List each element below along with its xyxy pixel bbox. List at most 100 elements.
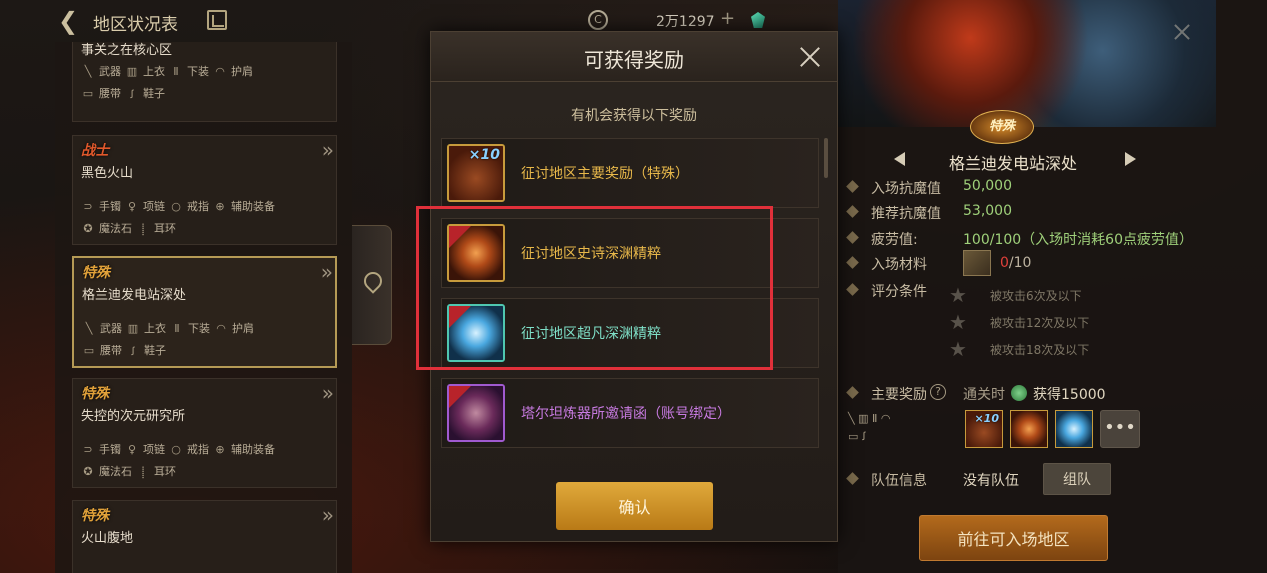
- chevron-right-icon: »: [321, 381, 335, 405]
- info-label: 入场材料: [871, 257, 927, 273]
- weapon-icon: ╲: [85, 322, 93, 335]
- reward-currency-icon: [1011, 385, 1027, 401]
- shoulder-icon: ◠: [216, 322, 226, 335]
- equip-tag: 辅助装备: [231, 443, 275, 456]
- belt-icon: ▭: [83, 344, 95, 357]
- equip-tag: 魔法石: [99, 222, 132, 235]
- info-label: 疲劳值:: [871, 232, 918, 248]
- reward-item[interactable]: ×10 征讨地区主要奖励（特殊）: [441, 138, 819, 208]
- region-tag: 战士: [81, 143, 109, 159]
- earring-icon: ⸽: [141, 466, 145, 479]
- chevron-right-icon: »: [321, 503, 335, 527]
- reward-icon: [447, 384, 505, 442]
- bullet-icon: [846, 205, 859, 218]
- reward-thumb[interactable]: [1055, 410, 1093, 448]
- equip-tag: 腰带: [99, 87, 121, 100]
- back-arrow-icon[interactable]: ❮: [58, 8, 84, 34]
- equip-tag: 辅助装备: [231, 200, 275, 213]
- score-condition: 被攻击18次及以下: [990, 343, 1090, 357]
- region-name: 事关之在核心区: [81, 43, 173, 58]
- material-count-current: 0: [1000, 255, 1009, 271]
- chevron-right-icon: »: [321, 138, 335, 162]
- clear-reward-value: 获得15000: [1033, 387, 1106, 403]
- equip-tags: ▭ 腰带 ꭍ 鞋子: [82, 342, 166, 358]
- equip-tag: 护肩: [232, 322, 254, 335]
- region-tag: 特殊: [82, 265, 110, 281]
- info-label: 队伍信息: [871, 473, 927, 489]
- region-name: 火山腹地: [81, 531, 134, 546]
- info-label: 评分条件: [871, 284, 927, 300]
- necklace-icon: ♀: [127, 200, 137, 213]
- equip-tag: 手镯: [99, 200, 121, 213]
- equip-tag: 手镯: [99, 443, 121, 456]
- equip-tags: ✪ 魔法石 ⸽ 耳环: [81, 463, 176, 479]
- equip-tag: 下装: [188, 322, 210, 335]
- region-card[interactable]: 事关之在核心区 ╲ 武器 ▥ 上衣 Ⅱ 下装 ◠ 护肩 ▭ 腰带 ꭍ 鞋子: [72, 42, 337, 122]
- dialog-title: 可获得奖励: [584, 48, 684, 72]
- scrollbar[interactable]: [824, 138, 828, 178]
- reward-thumb[interactable]: [1010, 410, 1048, 448]
- region-name: 格兰迪发电站深处: [82, 288, 187, 303]
- equip-tags: ⊃ 手镯 ♀ 项链 ○ 戒指 ⊕ 辅助装备: [81, 198, 275, 214]
- region-list[interactable]: 事关之在核心区 ╲ 武器 ▥ 上衣 Ⅱ 下装 ◠ 护肩 ▭ 腰带 ꭍ 鞋子 战士 » 黑色火…: [55, 42, 352, 573]
- necklace-icon: ♀: [127, 443, 137, 456]
- material-item-icon[interactable]: [963, 250, 991, 276]
- equip-tag: 耳环: [154, 465, 176, 478]
- equip-tag: 护肩: [231, 65, 253, 78]
- equip-tags: ╲ 武器 ▥ 上衣 Ⅱ 下装 ◠ 护肩: [82, 320, 254, 336]
- currency-amount: 2万1297: [656, 14, 715, 30]
- map-icon[interactable]: [207, 10, 227, 30]
- equip-tag: 武器: [99, 65, 121, 78]
- belt-icon: ▭: [82, 87, 94, 100]
- reward-item[interactable]: 塔尔坦炼器所邀请函（账号绑定）: [441, 378, 819, 448]
- reward-thumb[interactable]: ×10: [965, 410, 1003, 448]
- clear-reward-label: 通关时: [963, 387, 1005, 403]
- bullet-icon: [846, 231, 859, 244]
- help-icon[interactable]: ?: [930, 384, 946, 400]
- ring-icon: ○: [171, 200, 181, 213]
- close-icon[interactable]: [797, 44, 823, 70]
- top-icon: ▥: [126, 65, 138, 78]
- dialog-subtitle: 有机会获得以下奖励: [571, 108, 697, 124]
- bullet-icon: [846, 256, 859, 269]
- info-value: 100/100（入场时消耗60点疲劳值）: [963, 232, 1193, 248]
- earring-icon: ⸽: [141, 223, 145, 236]
- pants-icon: Ⅱ: [173, 65, 179, 78]
- equip-tag: 鞋子: [143, 87, 165, 100]
- close-icon[interactable]: [1172, 22, 1192, 42]
- go-to-region-button[interactable]: 前往可入场地区: [919, 515, 1108, 561]
- next-stage-icon[interactable]: [1125, 152, 1136, 166]
- map-side-tab[interactable]: [352, 225, 392, 345]
- special-emblem: 特殊: [970, 110, 1034, 144]
- shoes-icon: ꭍ: [130, 88, 134, 101]
- dialog-header: 可获得奖励: [431, 32, 837, 82]
- add-currency-icon[interactable]: +: [720, 8, 735, 29]
- bullet-icon: [846, 472, 859, 485]
- ring-icon: ○: [171, 443, 181, 456]
- region-name: 黑色火山: [81, 166, 134, 181]
- equip-tag: 戒指: [187, 200, 209, 213]
- stage-detail-panel: 特殊 格兰迪发电站深处 入场抗魔值 50,000 推荐抗魔值 53,000 疲劳…: [838, 0, 1267, 573]
- equip-tag: 上衣: [143, 65, 165, 78]
- more-rewards-button[interactable]: •••: [1100, 410, 1140, 448]
- region-card[interactable]: 战士 » 黑色火山 ⊃ 手镯 ♀ 项链 ○ 戒指 ⊕ 辅助装备 ✪ 魔法石 ⸽ 耳环: [72, 135, 337, 245]
- bullet-icon: [846, 386, 859, 399]
- region-card[interactable]: 特殊 » 火山腹地: [72, 500, 337, 573]
- confirm-button[interactable]: 确认: [556, 482, 713, 530]
- bullet-icon: [846, 283, 859, 296]
- boss-banner-image: [838, 0, 1216, 127]
- equip-tag: 项链: [143, 443, 165, 456]
- region-card[interactable]: 特殊 » 失控的次元研究所 ⊃ 手镯 ♀ 项链 ○ 戒指 ⊕ 辅助装备 ✪ 魔法石 ⸽ 耳环: [72, 378, 337, 488]
- form-team-button[interactable]: 组队: [1043, 463, 1111, 495]
- equip-tags: ⊃ 手镯 ♀ 项链 ○ 戒指 ⊕ 辅助装备: [81, 441, 275, 457]
- equip-tags: ✪ 魔法石 ⸽ 耳环: [81, 220, 176, 236]
- reward-icon: ×10: [447, 144, 505, 202]
- highlight-box: [416, 206, 773, 370]
- equip-tag: 鞋子: [144, 344, 166, 357]
- region-card-selected[interactable]: 特殊 » 格兰迪发电站深处 ╲ 武器 ▥ 上衣 Ⅱ 下装 ◠ 护肩 ▭ 腰带 ꭍ 鞋子: [72, 256, 337, 368]
- equip-tag: 戒指: [187, 443, 209, 456]
- coin-icon: C: [588, 10, 608, 30]
- bullet-icon: [846, 180, 859, 193]
- region-name: 失控的次元研究所: [81, 409, 186, 424]
- pants-icon: Ⅱ: [174, 322, 180, 335]
